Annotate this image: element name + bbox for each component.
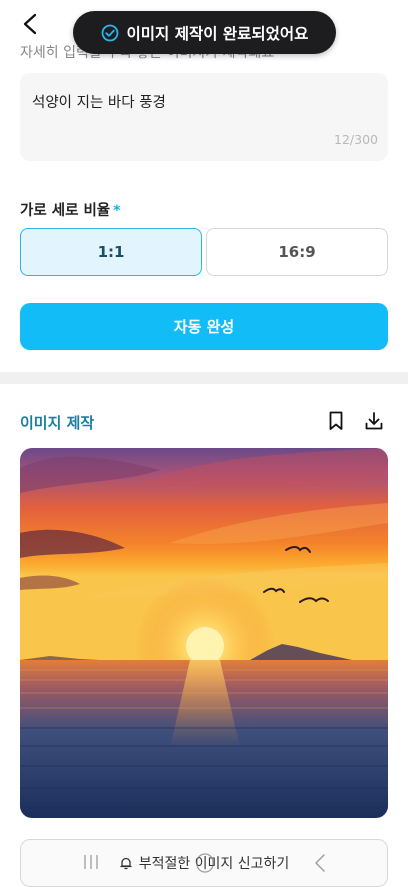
section-divider [0, 372, 408, 384]
sunset-sea-illustration [20, 448, 388, 818]
check-circle-icon [101, 24, 119, 42]
report-button[interactable]: 부적절한 이미지 신고하기 [20, 839, 388, 887]
bookmark-button[interactable] [324, 408, 348, 434]
chevron-left-icon [23, 13, 37, 35]
ratio-label: 가로 세로 비율 * [20, 199, 121, 220]
generated-image[interactable] [20, 448, 388, 818]
ratio-label-text: 가로 세로 비율 [20, 203, 111, 219]
ratio-option-16-9[interactable]: 16:9 [206, 228, 388, 276]
report-label: 부적절한 이미지 신고하기 [138, 856, 290, 872]
required-mark: * [113, 203, 121, 219]
ratio-option-label: 16:9 [278, 243, 316, 261]
prompt-input[interactable]: 석양이 지는 바다 풍경 12/300 [20, 73, 388, 161]
download-button[interactable] [362, 408, 386, 434]
char-counter: 12/300 [334, 132, 378, 147]
auto-complete-button[interactable]: 자동 완성 [20, 303, 388, 350]
prompt-value: 석양이 지는 바다 풍경 [32, 95, 166, 111]
ratio-option-1-1[interactable]: 1:1 [20, 228, 202, 276]
completion-toast: 이미지 제작이 완료되었어요 [73, 11, 336, 54]
auto-complete-label: 자동 완성 [173, 318, 235, 336]
toast-message: 이미지 제작이 완료되었어요 [126, 24, 309, 43]
bookmark-icon [329, 411, 343, 430]
bell-icon [120, 857, 132, 870]
section-title: 이미지 제작 [20, 414, 95, 432]
ratio-option-label: 1:1 [97, 243, 125, 261]
back-button[interactable] [14, 8, 46, 40]
download-icon [365, 412, 383, 430]
